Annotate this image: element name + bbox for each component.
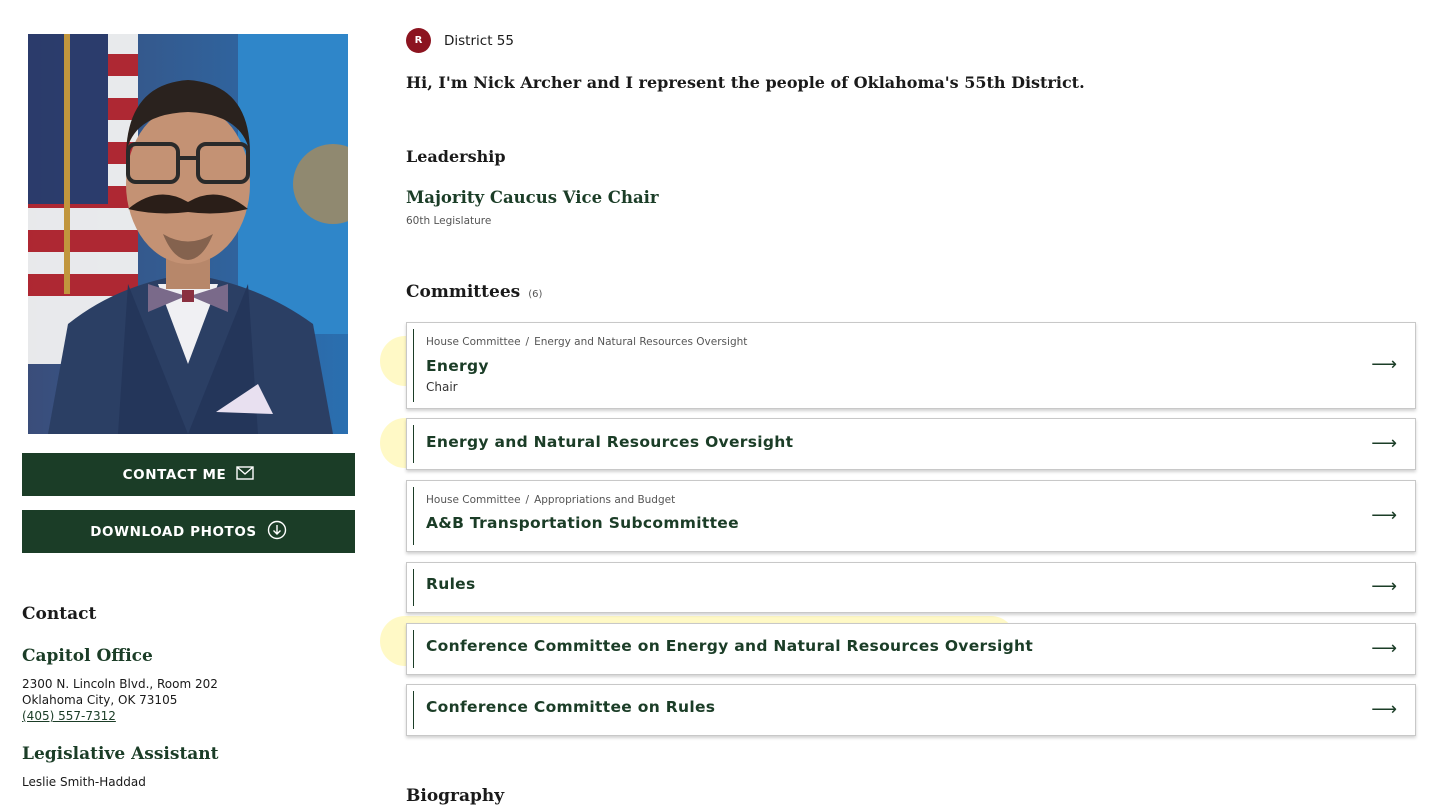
card-accent-bar xyxy=(413,569,414,606)
arrow-right-icon: ⟶ xyxy=(1371,505,1397,526)
committee-card-energy[interactable]: House Committee / Energy and Natural Resou… xyxy=(406,322,1416,409)
card-accent-bar xyxy=(413,425,414,463)
download-photos-label: DOWNLOAD PHOTOS xyxy=(90,523,257,540)
committee-title: Energy and Natural Resources Oversight xyxy=(426,433,794,451)
breadcrumb-parent: House Committee xyxy=(426,494,521,506)
member-portrait xyxy=(28,34,348,434)
committee-title: Energy xyxy=(426,357,489,375)
leadership-role: Majority Caucus Vice Chair xyxy=(406,188,659,207)
committee-role: Chair xyxy=(426,380,458,394)
committee-title: A&B Transportation Subcommittee xyxy=(426,514,739,532)
breadcrumb-separator: / xyxy=(525,494,530,506)
card-accent-bar xyxy=(413,630,414,668)
download-circle-icon xyxy=(267,520,287,544)
address-line-2: Oklahoma City, OK 73105 xyxy=(22,693,178,707)
contact-me-label: CONTACT ME xyxy=(122,466,227,483)
breadcrumb-child: Energy and Natural Resources Oversight xyxy=(534,336,748,348)
envelope-icon xyxy=(236,465,255,484)
leadership-heading: Leadership xyxy=(406,147,506,166)
party-badge: R xyxy=(406,28,431,53)
committee-breadcrumb: House Committee / Energy and Natural Resou… xyxy=(426,336,747,348)
contact-me-button[interactable]: CONTACT ME xyxy=(22,453,355,496)
district-label: District 55 xyxy=(444,33,514,49)
breadcrumb-separator: / xyxy=(525,336,530,348)
committee-card-energy-natural-resources[interactable]: Energy and Natural Resources Oversight ⟶ xyxy=(406,418,1416,470)
member-intro: Hi, I'm Nick Archer and I represent the … xyxy=(406,73,1085,92)
address-line-1: 2300 N. Lincoln Blvd., Room 202 xyxy=(22,677,218,691)
committee-card-conference-energy[interactable]: Conference Committee on Energy and Natur… xyxy=(406,623,1416,675)
committees-heading-label: Committees xyxy=(406,282,521,302)
capitol-office-heading: Capitol Office xyxy=(22,646,153,666)
committee-card-rules[interactable]: Rules ⟶ xyxy=(406,562,1416,613)
arrow-right-icon: ⟶ xyxy=(1371,638,1397,659)
legislative-assistant-name: Leslie Smith-Haddad xyxy=(22,775,146,789)
biography-heading: Biography xyxy=(406,786,505,806)
committees-heading: Committees (6) xyxy=(406,282,542,302)
legislative-assistant-heading: Legislative Assistant xyxy=(22,744,219,764)
portrait-illustration xyxy=(28,34,348,434)
committees-count: (6) xyxy=(528,289,543,300)
arrow-right-icon: ⟶ xyxy=(1371,354,1397,375)
breadcrumb-parent: House Committee xyxy=(426,336,521,348)
arrow-right-icon: ⟶ xyxy=(1371,699,1397,720)
download-photos-button[interactable]: DOWNLOAD PHOTOS xyxy=(22,510,355,553)
arrow-right-icon: ⟶ xyxy=(1371,433,1397,454)
committee-title: Conference Committee on Energy and Natur… xyxy=(426,637,1034,655)
leadership-term: 60th Legislature xyxy=(406,215,492,227)
committee-title: Rules xyxy=(426,575,476,593)
committee-card-ab-transportation[interactable]: House Committee / Appropriations and Budge… xyxy=(406,480,1416,552)
contact-heading: Contact xyxy=(22,604,97,624)
capitol-office-address: 2300 N. Lincoln Blvd., Room 202 Oklahoma… xyxy=(22,676,218,724)
committee-title: Conference Committee on Rules xyxy=(426,698,716,716)
card-accent-bar xyxy=(413,691,414,729)
card-accent-bar xyxy=(413,329,414,402)
committee-breadcrumb: House Committee / Appropriations and Budge… xyxy=(426,494,675,506)
office-phone-link[interactable]: (405) 557-7312 xyxy=(22,709,116,723)
card-accent-bar xyxy=(413,487,414,545)
breadcrumb-child: Appropriations and Budget xyxy=(534,494,676,506)
arrow-right-icon: ⟶ xyxy=(1371,576,1397,597)
committee-card-conference-rules[interactable]: Conference Committee on Rules ⟶ xyxy=(406,684,1416,736)
